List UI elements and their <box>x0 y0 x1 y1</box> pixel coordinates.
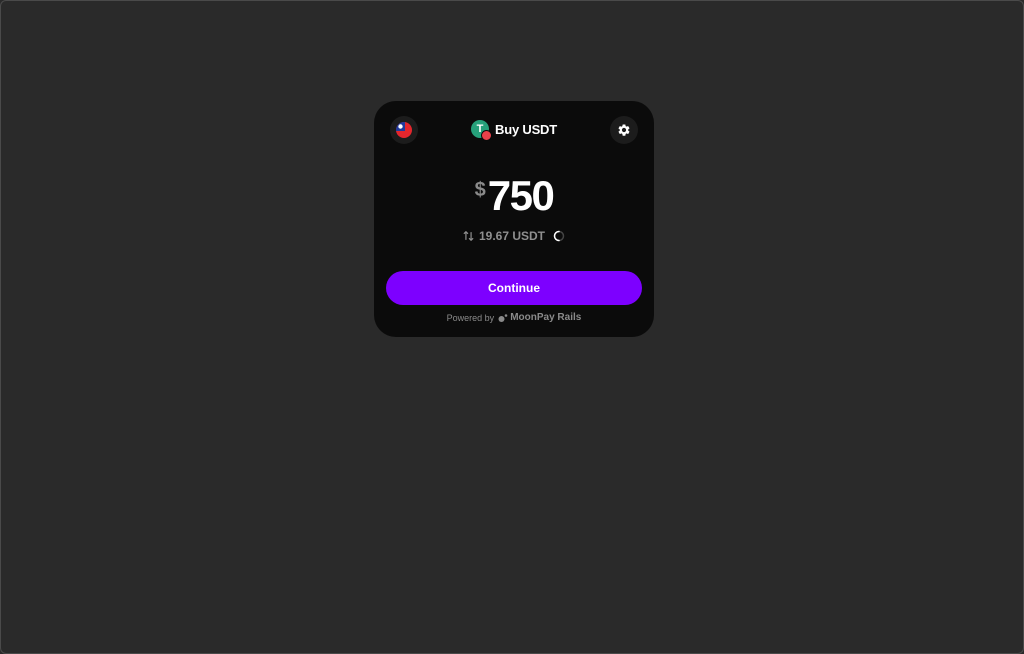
provider-name: MoonPay Rails <box>510 312 582 323</box>
conversion-quote: 19.67 USDT <box>374 229 654 243</box>
amount-display[interactable]: $ 750 <box>374 173 654 219</box>
amount-input[interactable]: 750 <box>488 173 555 219</box>
moonpay-icon <box>498 313 508 322</box>
conversion-amount: 19.67 USDT <box>478 229 546 243</box>
currency-symbol: $ <box>474 179 486 201</box>
loading-spinner-icon <box>553 230 565 242</box>
swap-icon[interactable] <box>463 230 474 242</box>
gear-icon <box>618 124 630 136</box>
page-title: Buy USDT <box>495 121 557 137</box>
powered-by-label: Powered by <box>446 312 495 323</box>
settings-button[interactable] <box>610 116 638 144</box>
continue-button[interactable]: Continue <box>386 271 642 305</box>
buy-widget: T Buy USDT $ 750 19.67 USDT Continue Pow… <box>374 101 654 337</box>
powered-by-footer: Powered by MoonPay Rails <box>374 312 654 323</box>
tether-icon: T <box>471 120 493 141</box>
moonpay-logo[interactable]: MoonPay Rails <box>498 312 581 323</box>
network-badge-icon <box>481 130 493 141</box>
browser-viewport: T Buy USDT $ 750 19.67 USDT Continue Pow… <box>0 0 1024 654</box>
